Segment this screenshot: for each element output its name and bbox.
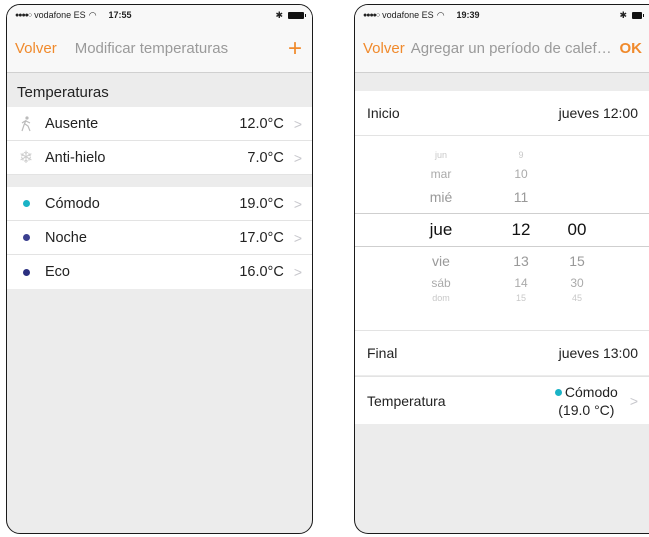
picker-day: dom — [432, 293, 450, 303]
carrier-name: vodafone ES — [382, 10, 434, 20]
list-item-eco[interactable]: Eco 16.0°C > — [7, 255, 312, 289]
bluetooth-icon: ✱ — [275, 9, 283, 20]
color-dot-icon — [554, 389, 562, 397]
group-separator — [7, 175, 312, 187]
back-button[interactable]: Volver — [363, 40, 405, 57]
picker-hour: 15 — [515, 293, 526, 303]
walking-person-icon — [17, 115, 35, 132]
picker-selection-band — [355, 213, 649, 247]
add-button[interactable]: + — [288, 35, 302, 63]
start-value: jueves 12:00 — [558, 105, 638, 121]
start-row[interactable]: Inicio jueves 12:00 — [355, 91, 649, 135]
signal-strength-icon: ●●●●○ — [15, 11, 32, 19]
picker-day: jun — [434, 150, 447, 160]
phone-screen-add-period: ●●●●○ vodafone ES ◠ 19:39 ✱ Volver Agreg… — [354, 4, 649, 534]
temperature-list: Ausente 12.0°C > ❄ Anti-hielo 7.0°C > Có… — [7, 107, 312, 289]
end-label: Final — [367, 345, 398, 361]
picker-day: mar — [430, 167, 452, 181]
nav-title: Modificar temperaturas — [74, 40, 229, 57]
ok-button[interactable]: OK — [620, 40, 643, 57]
carrier-name: vodafone ES — [34, 10, 86, 20]
list-item-ausente[interactable]: Ausente 12.0°C > — [7, 107, 312, 141]
list-item-value: 17.0°C — [239, 229, 284, 246]
temperature-mode: Cómodo — [564, 383, 618, 400]
battery-icon — [288, 11, 306, 19]
nav-bar: Volver Modificar temperaturas + — [7, 25, 312, 73]
date-time-picker[interactable]: jun mar mié jue vie sáb dom 9 10 11 12 1… — [355, 135, 649, 331]
picker-hour: 9 — [518, 150, 524, 160]
status-time: 19:39 — [456, 10, 480, 20]
picker-day: sáb — [431, 276, 451, 290]
status-bar: ●●●●○ vodafone ES ◠ 17:55 ✱ — [7, 5, 312, 25]
color-dot-icon — [22, 200, 30, 207]
temperature-value: (19.0 °C) — [558, 401, 615, 418]
list-item-value: 12.0°C — [239, 115, 284, 132]
list-item-anti-hielo[interactable]: ❄ Anti-hielo 7.0°C > — [7, 141, 312, 175]
chevron-right-icon: > — [293, 229, 302, 246]
picker-minute: 15 — [569, 253, 585, 269]
battery-icon — [632, 11, 644, 19]
end-row[interactable]: Final jueves 13:00 — [355, 331, 649, 375]
list-item-label: Anti-hielo — [45, 149, 106, 166]
wifi-icon: ◠ — [436, 9, 445, 20]
picker-hour: 14 — [514, 276, 528, 290]
picker-hour: 11 — [513, 189, 529, 205]
list-item-label: Ausente — [45, 115, 99, 132]
wifi-icon: ◠ — [88, 9, 97, 20]
list-item-value: 7.0°C — [247, 149, 284, 166]
list-item-label: Noche — [45, 229, 87, 246]
picker-minute-selected: 00 — [567, 220, 587, 239]
nav-title: Agregar un período de calef… — [410, 40, 612, 57]
picker-day-selected: jue — [429, 220, 453, 239]
picker-hour-selected: 12 — [511, 220, 531, 239]
start-label: Inicio — [367, 105, 400, 121]
temperature-label: Temperatura — [367, 392, 446, 409]
nav-bar: Volver Agregar un período de calef… OK — [355, 25, 649, 73]
signal-strength-icon: ●●●●○ — [363, 11, 380, 19]
temperature-row[interactable]: Temperatura Cómodo (19.0 °C) > — [355, 376, 649, 424]
list-item-noche[interactable]: Noche 17.0°C > — [7, 221, 312, 255]
status-time: 17:55 — [108, 10, 132, 20]
list-item-value: 19.0°C — [239, 195, 284, 212]
chevron-right-icon: > — [293, 149, 302, 166]
list-item-value: 16.0°C — [239, 264, 284, 280]
list-item-label: Cómodo — [45, 195, 100, 212]
picker-minute: 30 — [570, 276, 584, 290]
chevron-right-icon: > — [629, 392, 638, 409]
picker-day: mié — [429, 189, 453, 205]
chevron-right-icon: > — [293, 115, 302, 132]
picker-hour: 10 — [514, 167, 528, 181]
snowflake-icon: ❄ — [18, 147, 34, 167]
status-bar: ●●●●○ vodafone ES ◠ 19:39 ✱ — [355, 5, 649, 25]
color-dot-icon — [22, 234, 30, 241]
picker-hour: 13 — [513, 253, 529, 269]
back-button[interactable]: Volver — [15, 40, 57, 57]
picker-day: vie — [432, 253, 450, 269]
section-header-temperaturas: Temperaturas — [7, 73, 312, 107]
chevron-right-icon: > — [293, 195, 302, 212]
phone-screen-temperatures: ●●●●○ vodafone ES ◠ 17:55 ✱ Volver Modif… — [6, 4, 313, 534]
color-dot-icon — [22, 268, 30, 276]
picker-minute: 45 — [571, 293, 582, 303]
chevron-right-icon: > — [293, 264, 302, 280]
end-value: jueves 13:00 — [558, 345, 638, 361]
bluetooth-icon: ✱ — [619, 9, 627, 20]
list-item-comodo[interactable]: Cómodo 19.0°C > — [7, 187, 312, 221]
list-item-label: Eco — [45, 264, 70, 280]
